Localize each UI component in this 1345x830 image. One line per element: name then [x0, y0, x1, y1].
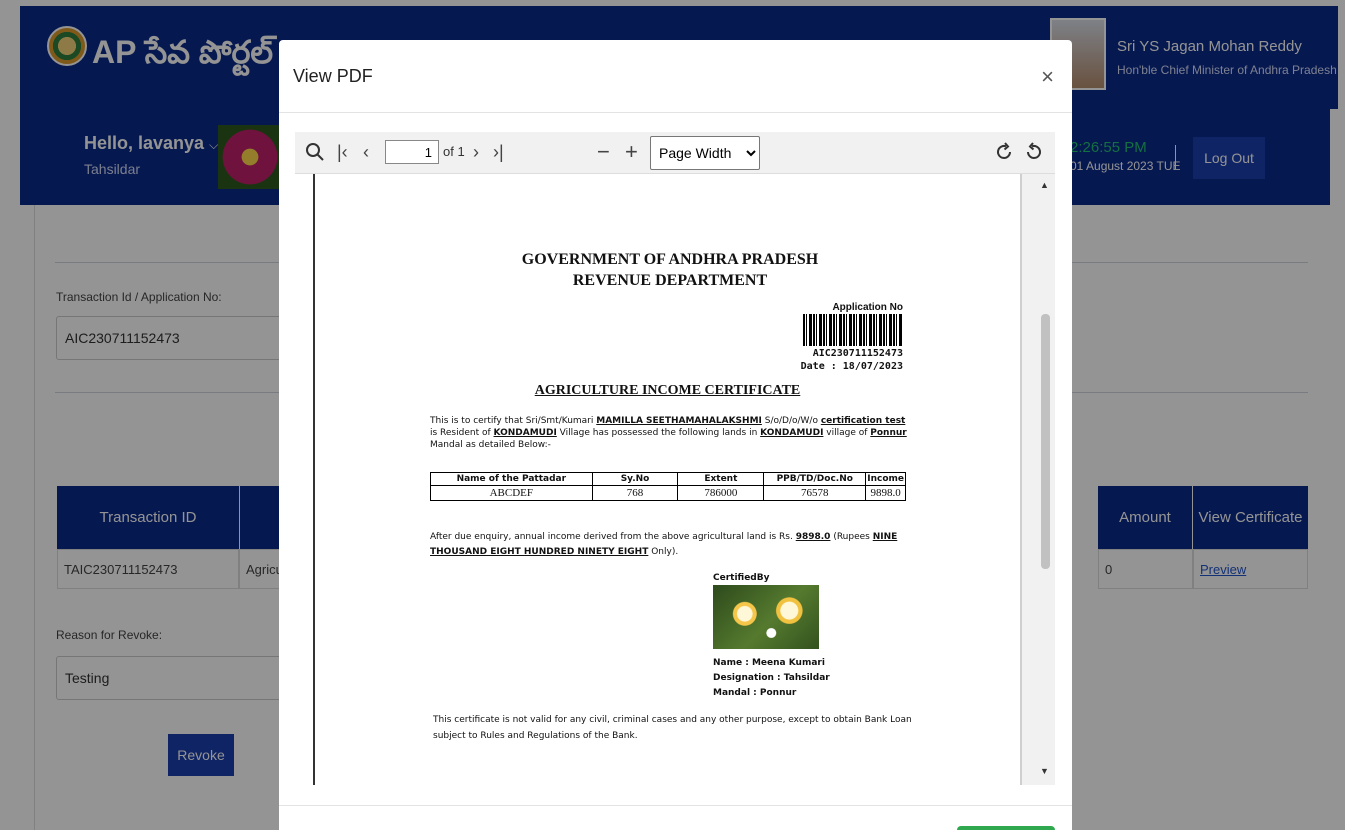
cert-department: REVENUE DEPARTMENT: [572, 272, 768, 289]
scroll-up-icon[interactable]: ▲: [1040, 180, 1049, 190]
next-page-icon[interactable]: ›: [473, 142, 479, 162]
cert-income: After due enquiry, annual income derived…: [430, 530, 908, 560]
application-number: AIC230711152473: [812, 348, 903, 359]
divider: [279, 805, 1072, 806]
body-text: This is to certify that Sri/Smt/Kumari: [430, 416, 597, 426]
body-text: Mandal as detailed Below:-: [430, 440, 551, 450]
download-button[interactable]: [957, 826, 1055, 830]
certificate-page: GOVERNMENT OF ANDHRA PRADESH REVENUE DEP…: [325, 174, 1015, 785]
table-header: Name of the Pattadar: [430, 472, 593, 486]
scroll-down-icon[interactable]: ▼: [1040, 766, 1049, 776]
cert-government: GOVERNMENT OF ANDHRA PRADESH: [521, 251, 819, 268]
rotate-clockwise-icon[interactable]: [995, 142, 1015, 166]
zoom-out-icon[interactable]: −: [597, 141, 610, 163]
signatory-details: Name : Meena Kumari Designation : Tahsil…: [713, 656, 830, 701]
application-date: Date : 18/07/2023: [800, 361, 903, 372]
body-text: is Resident of: [430, 428, 494, 438]
income-value: 9898.0: [795, 532, 831, 542]
divider: [279, 112, 1072, 113]
body-text: After due enquiry, annual income derived…: [430, 532, 796, 542]
signatory-designation: Designation : Tahsildar: [713, 673, 830, 683]
table-cell: 9898.0: [865, 485, 906, 501]
cert-footer: This certificate is not valid for any ci…: [433, 715, 912, 741]
page: AP సేవ పోర్టల్ Sri YS Jagan Mohan Reddy …: [0, 0, 1345, 830]
last-page-icon[interactable]: ›|: [493, 142, 504, 162]
zoom-select[interactable]: Page Width: [650, 136, 760, 170]
scrollbar[interactable]: ▲ ▼: [1020, 174, 1055, 785]
relation-name: certification test: [820, 416, 906, 426]
signatory-name: Name : Meena Kumari: [713, 658, 825, 668]
table-header: PPB/TD/Doc.No: [763, 472, 867, 486]
signatory-mandal: Mandal : Ponnur: [713, 688, 797, 698]
pdf-toolbar: |‹ ‹ of 1 › ›| − + Page Width: [295, 132, 1055, 174]
mandal-name: Ponnur: [870, 428, 907, 438]
view-pdf-modal: View PDF × |‹ ‹ of 1 › ›| − + Page Width: [279, 40, 1072, 830]
village-name: KONDAMUDI: [493, 428, 557, 438]
zoom-in-icon[interactable]: +: [625, 141, 638, 163]
table-header: Sy.No: [591, 472, 679, 486]
table-header: Extent: [677, 472, 765, 486]
holder-name: MAMILLA SEETHAMAHALAKSHMI: [596, 416, 762, 426]
close-icon[interactable]: ×: [1041, 64, 1054, 90]
body-text: Only).: [648, 547, 679, 557]
land-table: Name of the Pattadar Sy.No Extent PPB/TD…: [430, 472, 906, 501]
page-number-input[interactable]: [385, 140, 439, 164]
application-no-label: Application No: [832, 302, 903, 313]
table-cell: 786000: [677, 485, 765, 501]
page-gutter: [295, 174, 315, 785]
pdf-viewer: |‹ ‹ of 1 › ›| − + Page Width: [295, 132, 1055, 785]
body-text: S/o/D/o/W/o: [761, 416, 821, 426]
search-icon[interactable]: [305, 142, 325, 166]
scroll-thumb[interactable]: [1041, 314, 1050, 569]
modal-title: View PDF: [293, 66, 373, 86]
body-text: Village has possessed the following land…: [556, 428, 761, 438]
table-cell: 76578: [763, 485, 867, 501]
pdf-page-area[interactable]: GOVERNMENT OF ANDHRA PRADESH REVENUE DEP…: [295, 174, 1055, 785]
page-count: of 1: [443, 144, 465, 159]
body-text: (Rupees: [830, 532, 873, 542]
certified-by: CertifiedBy: [713, 573, 770, 583]
table-header-row: Name of the Pattadar Sy.No Extent PPB/TD…: [430, 472, 906, 486]
barcode: [803, 314, 903, 346]
cert-heading: AGRICULTURE INCOME CERTIFICATE: [534, 383, 801, 398]
first-page-icon[interactable]: |‹: [337, 142, 348, 162]
table-row: ABCDEF 768 786000 76578 9898.0: [430, 485, 906, 501]
table-header: Income: [865, 472, 906, 486]
cert-body: This is to certify that Sri/Smt/Kumari M…: [430, 415, 908, 451]
rotate-counterclockwise-icon[interactable]: [1023, 142, 1043, 166]
village-name: KONDAMUDI: [760, 428, 824, 438]
table-cell: ABCDEF: [430, 485, 593, 501]
body-text: village of: [823, 428, 871, 438]
signatory-image: [713, 585, 819, 649]
prev-page-icon[interactable]: ‹: [363, 142, 369, 162]
table-cell: 768: [591, 485, 679, 501]
